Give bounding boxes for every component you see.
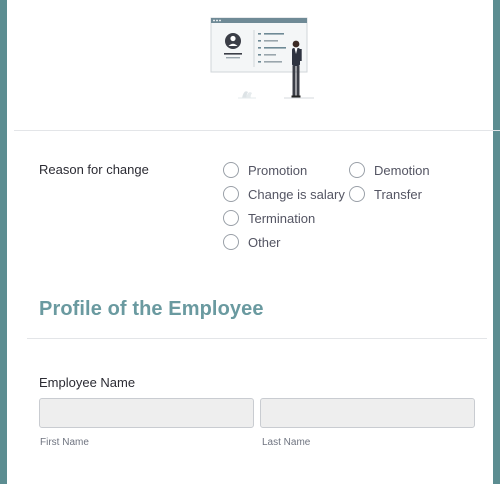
last-name-input[interactable] xyxy=(260,398,475,428)
radio-unchecked-icon[interactable] xyxy=(349,162,365,178)
radio-unchecked-icon[interactable] xyxy=(223,210,239,226)
radio-option-label: Change is salary xyxy=(248,186,345,202)
radio-option-label: Demotion xyxy=(374,162,430,178)
radio-option-label: Promotion xyxy=(248,162,308,178)
presentation-illustration xyxy=(210,17,314,99)
radio-option-label: Transfer xyxy=(374,186,422,202)
radio-unchecked-icon[interactable] xyxy=(223,234,239,250)
radio-unchecked-icon[interactable] xyxy=(349,186,365,202)
radio-unchecked-icon[interactable] xyxy=(223,162,239,178)
radio-option-label: Other xyxy=(248,234,281,250)
first-name-input[interactable] xyxy=(39,398,254,428)
form-frame: Reason for change Promotion Demotion Cha… xyxy=(0,0,500,484)
radio-option-change-salary[interactable]: Change is salary xyxy=(223,186,345,202)
employee-name-label: Employee Name xyxy=(39,375,136,390)
reason-for-change-label: Reason for change xyxy=(39,162,149,177)
section-divider xyxy=(27,338,487,339)
radio-option-promotion[interactable]: Promotion xyxy=(223,162,307,178)
radio-unchecked-icon[interactable] xyxy=(223,186,239,202)
section-title-profile: Profile of the Employee xyxy=(39,298,264,320)
first-name-sublabel: First Name xyxy=(40,437,89,448)
last-name-sublabel: Last Name xyxy=(262,437,311,448)
radio-option-demotion[interactable]: Demotion xyxy=(349,162,430,178)
radio-option-label: Termination xyxy=(248,210,316,226)
radio-option-termination[interactable]: Termination xyxy=(223,210,315,226)
radio-option-other[interactable]: Other xyxy=(223,234,281,250)
radio-option-transfer[interactable]: Transfer xyxy=(349,186,422,202)
header-illustration-area xyxy=(14,0,500,131)
